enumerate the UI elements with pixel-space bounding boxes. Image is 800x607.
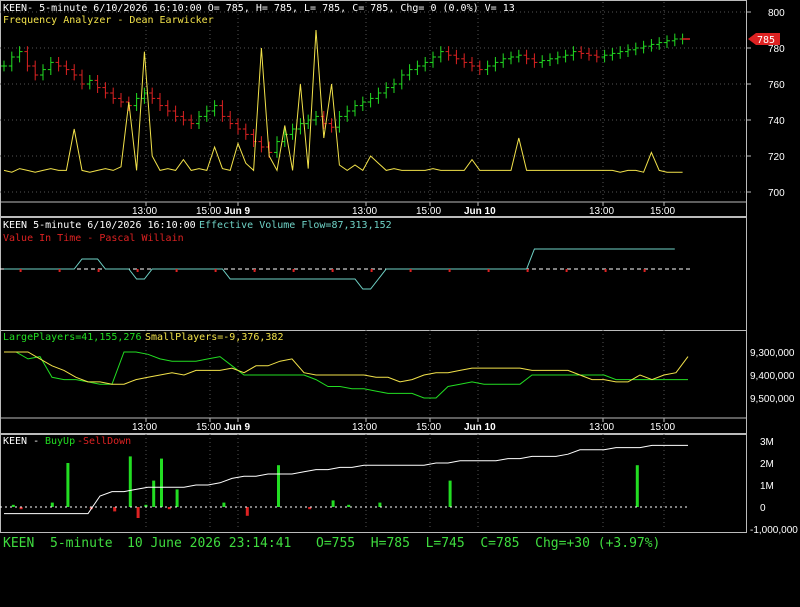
buyup-label: BuyUp: [45, 436, 75, 447]
players-axis: 9,300,000 9,400,000 9,500,000: [750, 348, 795, 405]
effective-volume-flow-plot: [0, 248, 690, 290]
price-tick-label: 720: [768, 152, 785, 163]
time-tick-label: 15:00: [650, 206, 675, 217]
buysell-header-symbol: KEEN -: [3, 436, 39, 447]
vit-bar: [604, 269, 607, 272]
vit-bar: [643, 269, 646, 272]
panel-frames: [0, 0, 747, 533]
vit-bar: [136, 269, 139, 272]
time-tick-label: Jun 9: [224, 422, 251, 433]
vit-bar: [331, 269, 334, 272]
status-symbol: KEEN: [3, 536, 35, 551]
buyup-bar: [66, 463, 70, 507]
price-panel-header: KEEN- 5-minute 6/10/2026 16:10:00 O= 785…: [3, 3, 515, 14]
small-players-label: SmallPlayers=-9,376,382: [145, 332, 283, 343]
vflow-header-value: Effective Volume Flow=87,313,152: [199, 220, 392, 231]
small-players-line: [4, 351, 689, 385]
buyup-selldown-plot: [0, 444, 690, 518]
players-tick-label: 9,400,000: [750, 371, 795, 382]
vit-bar: [565, 269, 568, 272]
panel-border: [0, 434, 747, 533]
time-tick-label: 13:00: [132, 422, 157, 433]
buyup-bar: [635, 465, 639, 507]
status-interval: 5-minute: [50, 536, 113, 551]
vflow-header-symbol: KEEN 5-minute 6/10/2026 16:10:00: [3, 220, 196, 231]
price-bars: [1, 33, 690, 158]
time-tick-label: 15:00: [196, 206, 221, 217]
vit-bar: [448, 269, 451, 272]
buyup-bar: [222, 502, 226, 507]
price-tick-label: 800: [768, 8, 785, 19]
status-ohlc: O=755 H=785 L=745 C=785 Chg=+30 (+3.97%): [316, 536, 661, 551]
buyup-bar: [128, 456, 132, 507]
buyup-bar: [50, 502, 54, 507]
time-tick-label: 15:00: [650, 422, 675, 433]
status-datetime: 10 June 2026 23:14:41: [127, 536, 292, 551]
cumulative-line: [4, 444, 688, 515]
vit-bar: [526, 269, 529, 272]
time-tick-label: Jun 9: [224, 206, 251, 217]
buyup-bar: [331, 500, 335, 507]
selldown-bar: [245, 507, 249, 516]
price-tick-label: 740: [768, 116, 785, 127]
large-players-label: LargePlayers=41,155,276: [3, 332, 141, 343]
buyup-bar: [160, 458, 163, 507]
price-tag-label: 785: [757, 35, 775, 46]
vit-bar: [409, 269, 412, 272]
time-tick-label: 15:00: [416, 206, 441, 217]
vit-bar: [19, 269, 22, 272]
price-tag[interactable]: 785: [748, 33, 780, 46]
buyup-bar: [152, 480, 156, 507]
time-tick-label: 13:00: [352, 422, 377, 433]
buyup-selldown-panel: KEEN - BuyUp - SellDown 3M2M1M0-1,000,00…: [0, 436, 798, 536]
time-axis-bottom: 13:00 15:00 Jun 9 13:00 15:00 Jun 10 13:00 15:0…: [0, 417, 746, 433]
time-tick-label: 13:00: [352, 206, 377, 217]
price-panel: KEEN- 5-minute 6/10/2026 16:10:00 O= 785…: [1, 3, 785, 199]
grid-lines: [0, 2, 746, 530]
value-in-time-label: Value In Time - Pascal Willain: [3, 233, 184, 244]
players-plot: [4, 351, 689, 399]
time-tick-label: 15:00: [416, 422, 441, 433]
vit-bar: [253, 269, 256, 272]
time-tick-label: Jun 10: [464, 422, 496, 433]
vit-bar: [214, 269, 217, 272]
vit-bar: [97, 269, 100, 272]
time-tick-label: 13:00: [132, 206, 157, 217]
buysell-tick-label: 0: [760, 503, 766, 514]
buyup-bar: [11, 504, 15, 507]
selldown-bar: [113, 507, 117, 512]
buysell-tick-label: 3M: [760, 437, 774, 448]
volume-flow-panel: KEEN 5-minute 6/10/2026 16:10:00 Effecti…: [0, 220, 690, 290]
chart-canvas: KEEN- 5-minute 6/10/2026 16:10:00 O= 785…: [0, 0, 798, 536]
selldown-bar: [136, 507, 140, 518]
time-tick-label: Jun 10: [464, 206, 496, 217]
buyup-bar: [448, 480, 452, 507]
buyup-bar: [277, 465, 280, 507]
vit-bar: [292, 269, 295, 272]
buysell-axis: 3M2M1M0-1,000,000: [750, 437, 798, 536]
panel-border: [0, 0, 747, 217]
buyup-bar: [378, 502, 382, 507]
price-tick-label: 700: [768, 188, 785, 199]
buyup-bar: [175, 489, 179, 507]
buyup-bar: [347, 504, 351, 507]
price-tick-label: 760: [768, 80, 785, 91]
indicator-label: Frequency Analyzer - Dean Earwicker: [3, 15, 214, 26]
time-tick-label: 13:00: [589, 206, 614, 217]
vit-bar: [58, 269, 61, 272]
time-tick-label: 13:00: [589, 422, 614, 433]
buysell-tick-label: 1M: [760, 481, 774, 492]
time-axis-top: 13:00 15:00 Jun 9 13:00 15:00 Jun 10 13:00 15:0…: [0, 201, 746, 217]
vit-bar: [370, 269, 373, 272]
buysell-tick-label: 2M: [760, 459, 774, 470]
selldown-label: SellDown: [83, 436, 131, 447]
vit-bar: [175, 269, 178, 272]
players-tick-label: 9,500,000: [750, 394, 795, 405]
vit-bar: [487, 269, 490, 272]
status-bar: KEEN 5-minute 10 June 2026 23:14:41 O=75…: [0, 532, 800, 556]
players-panel: LargePlayers=41,155,276 SmallPlayers=-9,…: [3, 332, 795, 405]
time-tick-label: 15:00: [196, 422, 221, 433]
players-tick-label: 9,300,000: [750, 348, 795, 359]
